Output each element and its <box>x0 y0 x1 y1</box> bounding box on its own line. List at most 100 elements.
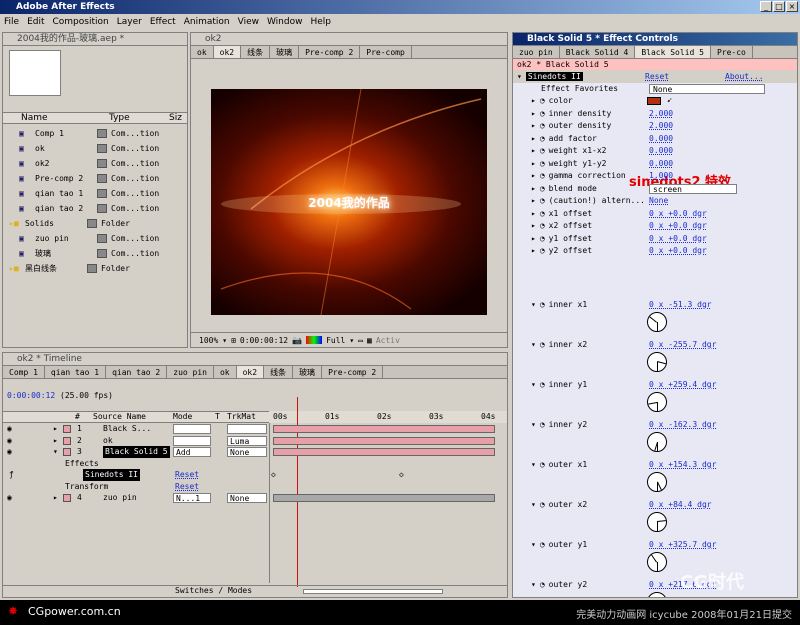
stopwatch-icon[interactable]: ◔ <box>540 500 545 509</box>
menu-help[interactable]: Help <box>310 14 331 30</box>
tab-item[interactable]: ok <box>191 46 214 58</box>
tab-item[interactable]: zuo pin <box>167 366 214 378</box>
stopwatch-icon[interactable]: ◔ <box>540 134 545 143</box>
effect-reset-link[interactable]: Reset <box>175 469 199 481</box>
label-swatch[interactable] <box>97 159 107 168</box>
stopwatch-icon[interactable]: ◔ <box>540 196 545 205</box>
expand-arrow-icon[interactable]: ▸ <box>53 492 58 504</box>
angle-dial[interactable] <box>647 392 667 412</box>
tab-item[interactable]: Black Solid 4 <box>560 46 636 58</box>
transform-group-label[interactable]: Transform <box>65 481 108 493</box>
stopwatch-icon[interactable]: ◔ <box>540 159 545 168</box>
expand-arrow-icon[interactable]: ▸ <box>531 234 536 243</box>
stopwatch-icon[interactable]: ◔ <box>540 109 545 118</box>
timeline-layer-row[interactable]: ◉ ▸ 2 ok Luma <box>3 435 507 447</box>
expand-arrow-icon[interactable]: ▾ <box>531 420 536 429</box>
col-size[interactable]: Siz <box>169 113 182 123</box>
stopwatch-icon[interactable]: ◔ <box>540 460 545 469</box>
timeline-ruler[interactable]: 00s 01s 02s 03s 04s <box>269 411 507 423</box>
timeline-sub-row[interactable]: Effects <box>3 458 507 470</box>
eye-icon[interactable]: ◉ <box>7 492 12 504</box>
expand-arrow-icon[interactable]: ▸ <box>531 159 536 168</box>
stopwatch-icon[interactable]: ◔ <box>540 221 545 230</box>
label-swatch[interactable] <box>97 174 107 183</box>
zoom-select[interactable]: 100% <box>199 336 218 345</box>
project-item[interactable]: ▣ Comp 1 Com...tion <box>3 126 187 141</box>
trkmat-select[interactable]: None <box>227 447 267 457</box>
project-item[interactable]: ▣ Pre-comp 2 Com...tion <box>3 171 187 186</box>
color-channels-icon[interactable] <box>306 336 323 344</box>
comp-timecode[interactable]: 0:00:00:12 <box>240 336 288 345</box>
stopwatch-icon[interactable]: ◔ <box>540 96 545 105</box>
label-swatch[interactable] <box>63 448 71 456</box>
expand-arrow-icon[interactable]: ▸ <box>531 109 536 118</box>
menu-window[interactable]: Window <box>267 14 303 30</box>
param-value[interactable]: 2.000 <box>649 108 673 120</box>
param-value[interactable]: 0 x -162.3 dgr <box>649 419 716 431</box>
layer-name[interactable]: zuo pin <box>103 492 137 504</box>
transform-reset-link[interactable]: Reset <box>175 481 199 493</box>
keyframe-icon[interactable]: ◇ <box>271 469 276 481</box>
tab-item[interactable]: zuo pin <box>513 46 560 58</box>
expand-arrow-icon[interactable]: ▸ <box>531 209 536 218</box>
label-swatch[interactable] <box>97 129 107 138</box>
stopwatch-icon[interactable]: ◔ <box>540 580 545 589</box>
tab-item[interactable]: qian tao 1 <box>45 366 107 378</box>
stopwatch-icon[interactable]: ◔ <box>540 300 545 309</box>
comp-viewer[interactable]: 2004我的作品 <box>211 89 487 315</box>
param-value[interactable]: 0 x +84.4 dgr <box>649 499 712 511</box>
color-swatch[interactable] <box>647 97 661 105</box>
expand-arrow-icon[interactable]: ▸ <box>53 435 58 447</box>
maximize-button[interactable]: □ <box>773 1 785 12</box>
param-value[interactable]: None <box>649 195 668 207</box>
timeline-effect-name[interactable]: Sinedots II <box>83 469 140 481</box>
stopwatch-icon[interactable]: ◔ <box>540 540 545 549</box>
project-item[interactable]: ▸■ 黑白线条 Folder <box>3 261 187 276</box>
param-value[interactable]: 0 x +0.0 dgr <box>649 220 707 232</box>
expand-arrow-icon[interactable]: ▾ <box>531 540 536 549</box>
label-swatch[interactable] <box>63 425 71 433</box>
project-item[interactable]: ▣ qian tao 1 Com...tion <box>3 186 187 201</box>
timeline-sub-row[interactable]: ƒ Sinedots II Reset ◇ ◇ <box>3 469 507 481</box>
expand-arrow-icon[interactable]: ▾ <box>531 380 536 389</box>
col-type[interactable]: Type <box>95 113 169 123</box>
param-value[interactable]: 0 x -51.3 dgr <box>649 299 712 311</box>
layer-duration-bar[interactable] <box>273 425 495 433</box>
project-item[interactable]: ▣ ok2 Com...tion <box>3 156 187 171</box>
label-swatch[interactable] <box>87 264 97 273</box>
angle-dial[interactable] <box>647 512 667 532</box>
eye-icon[interactable]: ◉ <box>7 435 12 447</box>
label-swatch[interactable] <box>63 436 71 445</box>
trkmat-select[interactable] <box>227 424 267 434</box>
angle-dial[interactable] <box>647 312 667 332</box>
timeline-timecode[interactable]: 0:00:00:12 <box>7 391 55 400</box>
resolution-select[interactable]: Full <box>326 336 345 345</box>
stopwatch-icon[interactable]: ◔ <box>540 184 545 193</box>
expand-arrow-icon[interactable]: ▾ <box>531 580 536 589</box>
tab-item[interactable]: Pre-comp 2 <box>299 46 361 58</box>
minimize-button[interactable]: _ <box>760 1 772 12</box>
param-value[interactable]: 0 x +259.4 dgr <box>649 379 716 391</box>
trkmat-select[interactable]: Luma <box>227 435 267 446</box>
eyedropper-icon[interactable]: ➹ <box>667 95 672 107</box>
timeline-layer-row[interactable]: ◉ ▸ 4 zuo pin N...1 None <box>3 492 507 504</box>
tab-item[interactable]: 线条 <box>241 46 271 58</box>
param-value[interactable]: 2.000 <box>649 120 673 132</box>
mode-select[interactable]: N...1 <box>173 493 211 503</box>
param-value[interactable]: 0 x +154.3 dgr <box>649 459 716 471</box>
active-camera-select[interactable]: Activ <box>376 336 400 345</box>
stopwatch-icon[interactable]: ◔ <box>540 209 545 218</box>
fx-icon[interactable]: ƒ <box>9 469 14 481</box>
close-button[interactable]: × <box>786 1 798 12</box>
mode-select[interactable] <box>173 435 211 446</box>
param-value[interactable]: 0 x +0.0 dgr <box>649 233 707 245</box>
angle-dial[interactable] <box>647 352 667 372</box>
project-item[interactable]: ▣ ok Com...tion <box>3 141 187 156</box>
param-value[interactable]: 0 x -255.7 dgr <box>649 339 716 351</box>
expand-arrow-icon[interactable]: ▾ <box>531 460 536 469</box>
tab-item[interactable]: 玻璃 <box>270 46 300 58</box>
project-item[interactable]: ▣ zuo pin Com...tion <box>3 231 187 246</box>
roi-icon[interactable]: ▭ <box>358 336 363 345</box>
tab-item[interactable]: ok2 <box>236 366 265 378</box>
stopwatch-icon[interactable]: ◔ <box>540 234 545 243</box>
